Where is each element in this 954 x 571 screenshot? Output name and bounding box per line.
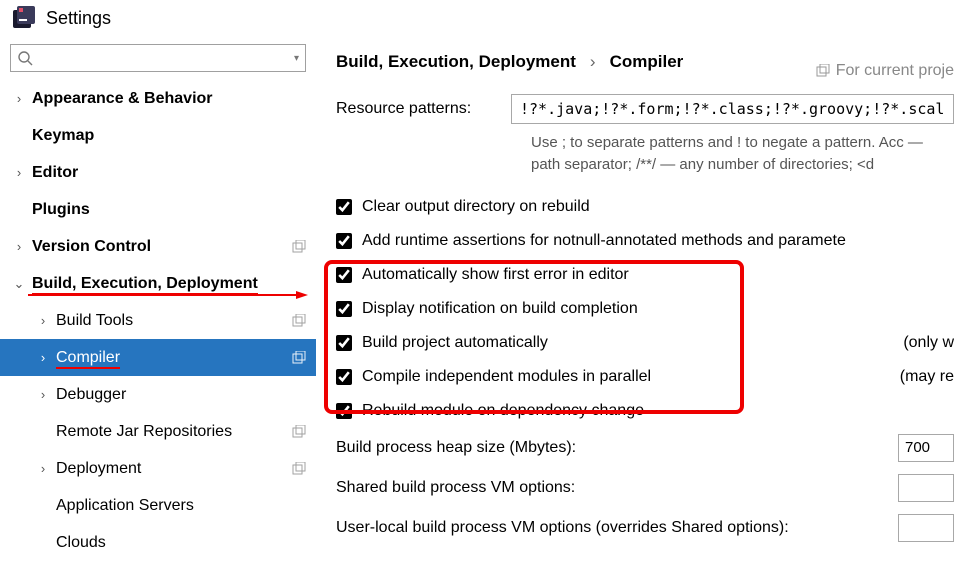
resource-patterns-label: Resource patterns: — [336, 100, 511, 118]
project-scope-icon — [292, 425, 306, 439]
sidebar-item-appearance[interactable]: › Appearance & Behavior — [0, 80, 316, 117]
check-clear-output[interactable]: Clear output directory on rebuild — [336, 190, 954, 224]
settings-tree: ›Appearance & Behavior ›Keymap ›Editor ›… — [0, 80, 316, 561]
sidebar-item-label: Build, Execution, Deployment — [32, 275, 258, 293]
heap-size-row: Build process heap size (Mbytes): — [336, 428, 954, 468]
heap-size-label: Build process heap size (Mbytes): — [336, 439, 898, 457]
check-label: Rebuild module on dependency change — [362, 402, 644, 420]
check-runtime-assert[interactable]: Add runtime assertions for notnull-annot… — [336, 224, 954, 258]
project-scope-hint: For current proje — [816, 62, 954, 80]
search-icon — [17, 50, 33, 66]
sidebar-item-remote-jar[interactable]: Remote Jar Repositories — [0, 413, 316, 450]
chevron-right-icon: › — [12, 165, 26, 180]
shared-vm-label: Shared build process VM options: — [336, 479, 898, 497]
chevron-right-icon: › — [36, 461, 50, 476]
user-vm-input[interactable] — [898, 514, 954, 542]
intellij-icon — [12, 6, 36, 30]
sidebar-item-label: Application Servers — [56, 497, 194, 515]
sidebar-item-label: Appearance & Behavior — [32, 90, 213, 108]
sidebar-item-label: Version Control — [32, 238, 151, 256]
sidebar-item-deployment[interactable]: › Deployment — [0, 450, 316, 487]
project-scope-text: For current proje — [836, 62, 954, 80]
sidebar-item-clouds[interactable]: Clouds — [0, 524, 316, 561]
chevron-right-icon: › — [36, 350, 50, 365]
sidebar-item-label: Build Tools — [56, 312, 133, 330]
heap-size-input[interactable] — [898, 434, 954, 462]
sidebar-item-label: Plugins — [32, 201, 90, 219]
project-scope-icon — [816, 64, 830, 78]
chevron-right-icon: › — [590, 52, 596, 72]
check-show-first-error[interactable]: Automatically show first error in editor — [336, 258, 954, 292]
shared-vm-row: Shared build process VM options: — [336, 468, 954, 508]
chevron-down-icon: ⌄ — [12, 276, 26, 292]
sidebar-item-keymap[interactable]: ›Keymap — [0, 117, 316, 154]
sidebar-item-label: Clouds — [56, 534, 106, 552]
user-vm-label: User-local build process VM options (ove… — [336, 519, 898, 537]
user-vm-row: User-local build process VM options (ove… — [336, 508, 954, 548]
chevron-right-icon: › — [12, 91, 26, 106]
check-rebuild-module[interactable]: Rebuild module on dependency change — [336, 394, 954, 428]
check-label: Build project automatically — [362, 334, 548, 352]
check-display-notification[interactable]: Display notification on build completion — [336, 292, 954, 326]
sidebar-item-compiler[interactable]: › Compiler — [0, 339, 316, 376]
check-tail-note: (may re — [900, 368, 954, 386]
sidebar-item-editor[interactable]: › Editor — [0, 154, 316, 191]
sidebar-item-label: Compiler — [56, 349, 120, 367]
check-label: Add runtime assertions for notnull-annot… — [362, 232, 846, 250]
window-title: Settings — [46, 8, 111, 29]
project-scope-icon — [292, 314, 306, 328]
project-scope-icon — [292, 240, 306, 254]
resource-patterns-hint: Use ; to separate patterns and ! to nega… — [531, 132, 954, 176]
resource-patterns-input[interactable] — [511, 94, 954, 124]
check-compile-parallel[interactable]: Compile independent modules in parallel (… — [336, 360, 954, 394]
check-label: Automatically show first error in editor — [362, 266, 629, 284]
breadcrumb-root[interactable]: Build, Execution, Deployment — [336, 52, 576, 72]
checkbox[interactable] — [336, 301, 352, 317]
sidebar-item-label: Debugger — [56, 386, 126, 404]
check-tail-note: (only w — [903, 334, 954, 352]
chevron-right-icon: › — [12, 239, 26, 254]
checkbox[interactable] — [336, 233, 352, 249]
sidebar-item-label: Remote Jar Repositories — [56, 423, 232, 441]
settings-sidebar: ▾ ›Appearance & Behavior ›Keymap ›Editor… — [0, 40, 316, 571]
search-input[interactable] — [37, 50, 294, 66]
project-scope-icon — [292, 351, 306, 365]
sidebar-item-label: Deployment — [56, 460, 141, 478]
project-scope-icon — [292, 462, 306, 476]
check-build-auto[interactable]: Build project automatically (only w — [336, 326, 954, 360]
sidebar-item-label: Editor — [32, 164, 78, 182]
check-label: Compile independent modules in parallel — [362, 368, 651, 386]
sidebar-item-label: Keymap — [32, 127, 94, 145]
sidebar-item-app-servers[interactable]: Application Servers — [0, 487, 316, 524]
checkbox[interactable] — [336, 267, 352, 283]
dropdown-icon[interactable]: ▾ — [294, 53, 299, 64]
titlebar: Settings — [0, 0, 954, 40]
settings-content: Build, Execution, Deployment › Compiler … — [316, 40, 954, 571]
sidebar-item-build-tools[interactable]: › Build Tools — [0, 302, 316, 339]
breadcrumb-current: Compiler — [610, 52, 684, 72]
checkbox[interactable] — [336, 335, 352, 351]
sidebar-item-plugins[interactable]: ›Plugins — [0, 191, 316, 228]
checkbox[interactable] — [336, 199, 352, 215]
checkbox[interactable] — [336, 369, 352, 385]
sidebar-item-build[interactable]: ⌄ Build, Execution, Deployment — [0, 265, 316, 302]
sidebar-item-debugger[interactable]: › Debugger — [0, 376, 316, 413]
check-label: Clear output directory on rebuild — [362, 198, 590, 216]
chevron-right-icon: › — [36, 313, 50, 328]
check-label: Display notification on build completion — [362, 300, 638, 318]
search-input-wrap[interactable]: ▾ — [10, 44, 306, 72]
checkbox[interactable] — [336, 403, 352, 419]
shared-vm-input[interactable] — [898, 474, 954, 502]
chevron-right-icon: › — [36, 387, 50, 402]
sidebar-item-version-control[interactable]: › Version Control — [0, 228, 316, 265]
